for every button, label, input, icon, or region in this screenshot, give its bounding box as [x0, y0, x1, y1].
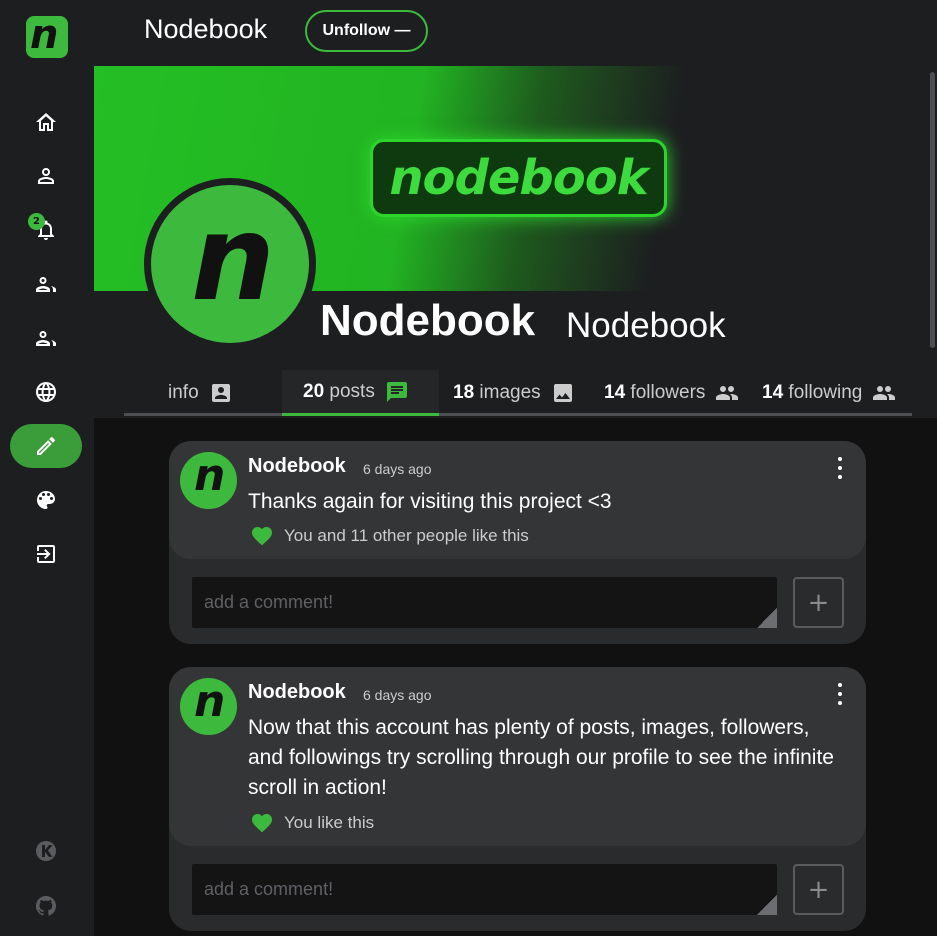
banner-logo: nodebook [370, 139, 667, 217]
comment-input[interactable] [192, 864, 777, 915]
post-body: n Nodebook 6 days ago Now that this acco… [169, 667, 866, 846]
resize-handle[interactable] [757, 895, 777, 915]
page-title: Nodebook [144, 14, 268, 44]
heart-icon[interactable] [250, 524, 274, 548]
profile-icon [38, 168, 54, 184]
sidebar-item-friends[interactable] [10, 262, 82, 306]
post-time: 6 days ago [363, 687, 432, 703]
unfollow-button[interactable]: Unfollow — [305, 10, 428, 52]
people-icon [716, 386, 739, 400]
post-body: n Nodebook 6 days ago Thanks again for v… [169, 441, 866, 559]
tab-label: posts [329, 380, 375, 402]
contact-card-icon [211, 384, 230, 402]
sidebar-item-home[interactable] [10, 100, 82, 144]
profile-avatar-letter: n [191, 189, 276, 327]
post-text: Thanks again for visiting this project <… [248, 490, 612, 513]
app-logo[interactable]: n [26, 16, 68, 58]
tab-label: info [168, 382, 199, 403]
tab-label: following [788, 382, 863, 403]
post-avatar[interactable]: n [180, 678, 237, 735]
tab-count: 20 [303, 380, 325, 402]
post-avatar-letter: n [194, 678, 226, 727]
sidebar-item-k-logo[interactable] [10, 829, 82, 873]
post-author[interactable]: Nodebook [248, 455, 346, 478]
sidebar-item-logout[interactable] [10, 532, 82, 576]
post-avatar-letter: n [194, 452, 226, 501]
post-time: 6 days ago [363, 461, 432, 477]
friends-icon [36, 277, 56, 292]
post-card: n Nodebook 6 days ago Now that this acco… [169, 667, 866, 931]
add-comment-button[interactable]: + [793, 577, 844, 628]
post-text: Now that this account has plenty of post… [248, 716, 834, 799]
groups-icon [36, 331, 56, 346]
scrollbar[interactable] [928, 66, 937, 418]
post-card: n Nodebook 6 days ago Thanks again for v… [169, 441, 866, 644]
post-likes[interactable]: You like this [250, 811, 374, 835]
sidebar-item-profile[interactable] [10, 154, 82, 198]
app-logo-letter: n [30, 16, 59, 58]
post-likes[interactable]: You and 11 other people like this [250, 524, 529, 548]
sidebar-item-compose[interactable] [10, 424, 82, 468]
pencil-icon [37, 437, 55, 455]
sidebar-item-github[interactable] [10, 884, 82, 928]
tab-count: 14 [604, 382, 626, 403]
post-menu-icon[interactable] [834, 683, 846, 705]
palette-icon [37, 491, 55, 509]
tab-label: images [479, 382, 541, 403]
sidebar-item-theme[interactable] [10, 478, 82, 522]
github-icon [35, 895, 56, 916]
tab-label: followers [630, 382, 706, 403]
globe-icon [36, 382, 56, 402]
tab-posts[interactable]: 20 posts [282, 370, 439, 416]
post-author[interactable]: Nodebook [248, 681, 346, 704]
chat-icon [386, 381, 407, 402]
tab-images[interactable]: 18 images [453, 370, 575, 416]
sidebar-item-notifications[interactable]: 2 [10, 208, 82, 252]
resize-handle[interactable] [757, 608, 777, 628]
sidebar-item-explore[interactable] [10, 370, 82, 414]
profile-handle: Nodebook [566, 306, 726, 345]
image-icon [553, 384, 572, 402]
heart-icon[interactable] [250, 811, 274, 835]
comment-input[interactable] [192, 577, 777, 628]
sidebar: n 2 [0, 0, 94, 936]
profile-avatar: n [144, 178, 316, 350]
sidebar-item-groups[interactable] [10, 316, 82, 360]
post-menu-icon[interactable] [834, 457, 846, 479]
tab-info[interactable]: info [168, 370, 233, 416]
profile-display-name: Nodebook [320, 296, 536, 345]
tab-count: 14 [762, 382, 784, 403]
add-comment-button[interactable]: + [793, 864, 844, 915]
likes-text: You like this [284, 813, 375, 832]
logout-icon [37, 545, 55, 563]
tab-following[interactable]: 14 following [762, 370, 896, 416]
likes-text: You and 11 other people like this [284, 526, 529, 545]
top-bar: Nodebook Unfollow — [94, 0, 937, 66]
tab-followers[interactable]: 14 followers [604, 370, 739, 416]
scrollbar-thumb[interactable] [930, 72, 935, 348]
banner-logo-text: nodebook [389, 150, 648, 206]
post-avatar[interactable]: n [180, 452, 237, 509]
notification-badge: 2 [28, 213, 45, 230]
tab-count: 18 [453, 382, 475, 403]
home-icon [36, 113, 56, 131]
k-logo-icon [36, 841, 56, 861]
people-icon [873, 386, 896, 400]
